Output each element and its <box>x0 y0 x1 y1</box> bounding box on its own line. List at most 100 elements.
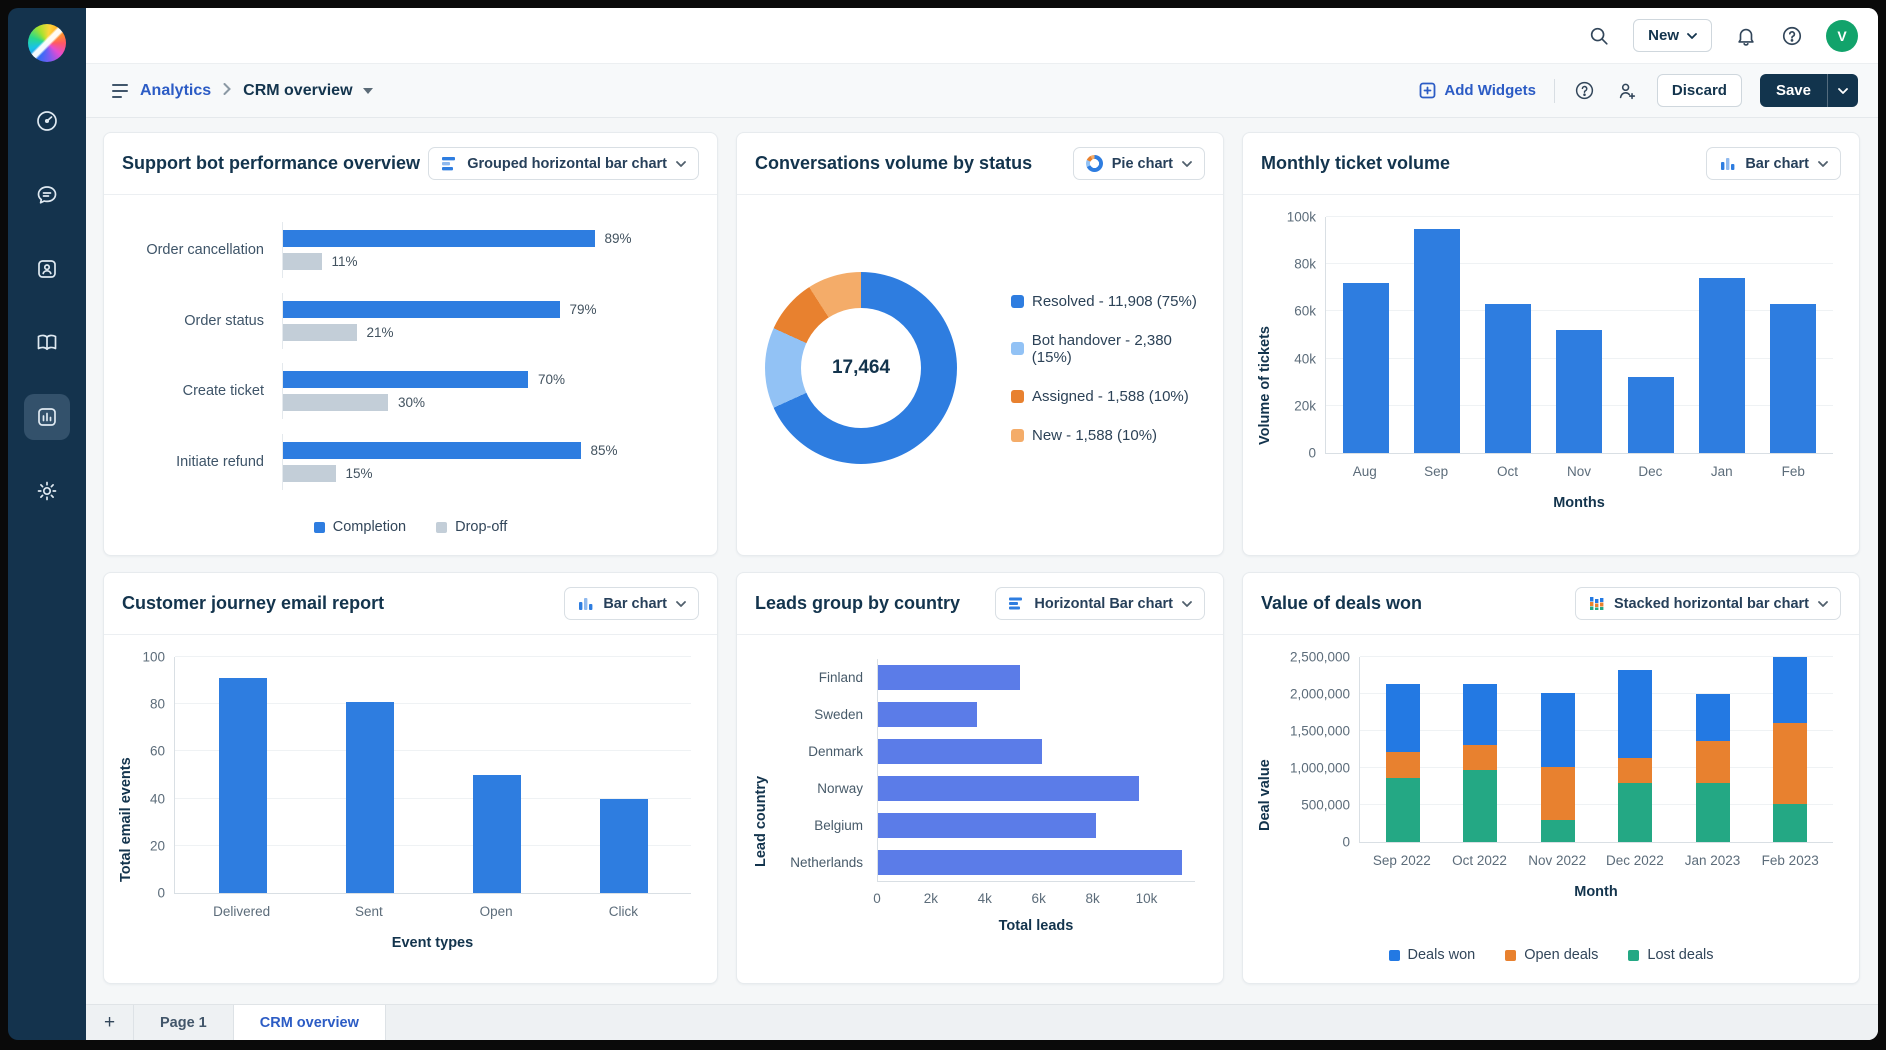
bar-segment <box>1696 741 1730 783</box>
share-user-icon[interactable] <box>1615 79 1639 103</box>
chevron-right-icon <box>223 82 231 100</box>
chart-type-select[interactable]: Pie chart <box>1073 147 1205 180</box>
add-widgets-button[interactable]: Add Widgets <box>1419 82 1536 99</box>
user-avatar[interactable]: V <box>1826 20 1858 52</box>
save-dropdown-button[interactable] <box>1827 74 1858 107</box>
chart-legend: Resolved - 11,908 (75%) Bot handover - 2,… <box>1011 293 1213 444</box>
tab-crm-overview[interactable]: CRM overview <box>234 1005 386 1040</box>
legend-label: Drop-off <box>455 519 507 535</box>
category-label: Order status <box>112 313 282 329</box>
category-label: Norway <box>769 770 877 807</box>
donut-chart: 17,464Resolved - 11,908 (75%)Bot handove… <box>737 195 1223 555</box>
x-tick-label: Open <box>433 904 560 919</box>
y-tick-label: 100 <box>142 650 165 665</box>
legend-label: Deals won <box>1408 947 1476 963</box>
discard-button[interactable]: Discard <box>1657 74 1742 107</box>
y-tick-label: 20k <box>1294 398 1316 413</box>
category-label: Finland <box>769 659 877 696</box>
knowledge-base-icon[interactable] <box>24 320 70 366</box>
bar-line: 89% <box>283 230 691 247</box>
freshworks-logo-icon[interactable] <box>28 24 66 62</box>
chevron-down-icon[interactable] <box>363 88 373 94</box>
settings-icon[interactable] <box>24 468 70 514</box>
chart-type-label: Stacked horizontal bar chart <box>1614 596 1809 612</box>
value-label: 79% <box>570 302 597 317</box>
bar <box>878 850 1182 875</box>
bar-track <box>878 807 1195 844</box>
bar-segment <box>1541 693 1575 766</box>
new-button[interactable]: New <box>1633 19 1712 52</box>
chart-type-select[interactable]: Horizontal Bar chart <box>995 587 1205 620</box>
category-label: Denmark <box>769 733 877 770</box>
stacked-bar-icon <box>1588 595 1605 612</box>
breadcrumb-analytics[interactable]: Analytics <box>140 82 211 100</box>
bar <box>878 813 1096 838</box>
page-title: CRM overview <box>243 82 352 100</box>
notifications-bell-icon[interactable] <box>1734 24 1758 48</box>
contacts-icon[interactable] <box>24 246 70 292</box>
x-tick-label: Aug <box>1329 464 1400 479</box>
y-tick-label: 80k <box>1294 257 1316 272</box>
y-axis-label: Deal value <box>1257 657 1273 933</box>
widget-help-icon[interactable] <box>1573 79 1597 103</box>
category-label: Belgium <box>769 807 877 844</box>
x-tick-label: Oct <box>1472 464 1543 479</box>
bar-segment <box>1463 770 1497 842</box>
add-widgets-label: Add Widgets <box>1444 82 1536 99</box>
search-icon[interactable] <box>1587 24 1611 48</box>
legend-item: Resolved - 11,908 (75%) <box>1011 293 1213 310</box>
chart-type-select[interactable]: Bar chart <box>564 587 699 620</box>
bar-segment <box>1541 820 1575 842</box>
bar <box>283 394 388 411</box>
bar-line: 70% <box>283 371 691 388</box>
widget-title: Customer journey email report <box>122 593 384 614</box>
chart-type-select[interactable]: Stacked horizontal bar chart <box>1575 587 1841 620</box>
x-tick-label: Delivered <box>178 904 305 919</box>
chart-type-select[interactable]: Grouped horizontal bar chart <box>428 147 699 180</box>
topbar: New V <box>86 8 1878 64</box>
bar-cell <box>1330 217 1401 453</box>
bar-line: 11% <box>283 253 691 270</box>
help-icon[interactable] <box>1780 24 1804 48</box>
add-page-button[interactable]: + <box>86 1005 134 1040</box>
chat-icon[interactable] <box>24 172 70 218</box>
bar-segment <box>1773 723 1807 804</box>
chart-type-select[interactable]: Bar chart <box>1706 147 1841 180</box>
report-list-icon[interactable] <box>112 84 128 98</box>
bar-track <box>878 770 1195 807</box>
y-tick-label: 0 <box>1342 835 1350 850</box>
bar-track: 89%11% <box>282 222 691 278</box>
chart-type-label: Bar chart <box>1745 156 1809 172</box>
bar-cell <box>1473 217 1544 453</box>
plot-area <box>877 659 1195 882</box>
legend-swatch <box>1628 950 1639 961</box>
legend-item: New - 1,588 (10%) <box>1011 427 1213 444</box>
bar-segment <box>1541 767 1575 820</box>
legend-label: Bot handover - 2,380 (15%) <box>1032 332 1213 366</box>
tab-page-1[interactable]: Page 1 <box>134 1005 234 1040</box>
dashboard-canvas: Support bot performance overview Grouped… <box>86 118 1878 1004</box>
bar-segment <box>1773 804 1807 842</box>
widget-customer-journey-email: Customer journey email report Bar chart … <box>103 572 718 984</box>
x-tick-label: Sent <box>305 904 432 919</box>
widget-leads-by-country: Leads group by country Horizontal Bar ch… <box>736 572 1224 984</box>
save-button[interactable]: Save <box>1760 74 1827 107</box>
bar-track <box>878 844 1195 881</box>
chart-legend: Deals wonOpen dealsLost deals <box>1243 933 1859 983</box>
bar <box>219 678 267 893</box>
bar-segment <box>1696 694 1730 741</box>
analytics-icon[interactable] <box>24 394 70 440</box>
bar <box>1770 304 1816 453</box>
x-tick-labels: AugSepOctNovDecJanFeb <box>1325 454 1833 479</box>
bar <box>1485 304 1531 453</box>
bar-cell <box>1401 217 1472 453</box>
category-label: Order cancellation <box>112 242 282 258</box>
legend-swatch <box>1011 390 1024 403</box>
bar-line: 85% <box>283 442 691 459</box>
bar-track: 70%30% <box>282 363 691 419</box>
dashboard-icon[interactable] <box>24 98 70 144</box>
x-tick-labels: Sep 2022Oct 2022Nov 2022Dec 2022Jan 2023… <box>1359 843 1833 868</box>
bar-segment <box>1618 758 1652 783</box>
y-tick-label: 1,000,000 <box>1290 761 1350 776</box>
breadcrumb-current[interactable]: CRM overview <box>243 82 372 100</box>
